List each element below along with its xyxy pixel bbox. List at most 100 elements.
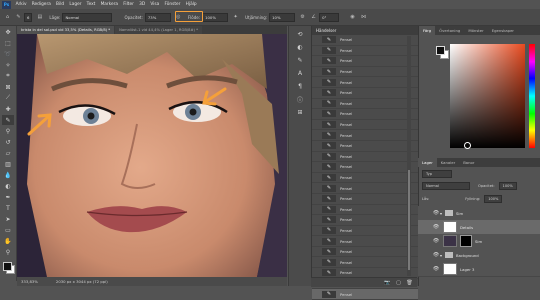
blur-tool-icon[interactable]: 💧 (2, 170, 14, 180)
pressure-size-icon[interactable]: ◉ (349, 14, 356, 21)
menu-text[interactable]: Text (84, 2, 98, 7)
brush-panel-icon[interactable]: ✎ (295, 55, 305, 65)
visibility-eye-icon[interactable]: 👁 (432, 210, 440, 216)
quick-select-icon[interactable]: ✧ (2, 60, 14, 70)
tab-namnlost[interactable]: Namnlöst-1 vid 44,4% (Lager 1, RGB/8#) * (115, 26, 203, 34)
tab-lager[interactable]: Lager (418, 158, 437, 167)
pen-tool-icon[interactable]: ✒ (2, 192, 14, 202)
tab-kanaler[interactable]: Kanaler (437, 158, 459, 167)
tab-krista[interactable]: krista in del sol.psd vid 33,5% (Details… (17, 26, 115, 34)
history-panel-icon[interactable]: ⟲ (295, 29, 305, 39)
history-item[interactable]: ✎ Pensel (312, 205, 418, 216)
layer-opacity-field[interactable]: 100% (498, 182, 517, 190)
history-brush-icon[interactable]: ↺ (2, 137, 14, 147)
zoom-tool-icon[interactable]: ⚲ (2, 247, 14, 257)
color-panel-fg-swatch[interactable] (436, 46, 445, 55)
history-item[interactable]: ✎ Pensel (312, 141, 418, 152)
eyedropper-icon[interactable]: ⟋ (2, 93, 14, 103)
color-picker-ring[interactable] (464, 142, 471, 149)
opacity-field[interactable]: 73% (144, 12, 171, 22)
layer-blend-select[interactable]: Normal (422, 182, 470, 190)
visibility-eye-icon[interactable]: 👁 (432, 252, 440, 258)
shape-tool-icon[interactable]: ▭ (2, 225, 14, 235)
layer-filter-select[interactable]: Typ (422, 170, 452, 178)
brush-settings-icon[interactable]: ▤ (36, 14, 43, 21)
history-item[interactable]: ✎ Pensel (312, 236, 418, 247)
lasso-tool-icon[interactable]: ➰ (2, 49, 14, 59)
clone-stamp-icon[interactable]: ⚲ (2, 126, 14, 136)
layer-row[interactable]: 👁 ▾ Background (418, 248, 540, 263)
history-item[interactable]: ✎ Pensel (312, 289, 418, 300)
menu-arkiv[interactable]: Arkiv (13, 2, 29, 7)
type-tool-icon[interactable]: T (2, 203, 14, 213)
tab-farg[interactable]: Färg (419, 26, 436, 35)
smoothing-settings-icon[interactable]: ⚙ (299, 14, 306, 21)
menu-filter[interactable]: Filter (121, 2, 137, 7)
mode-select[interactable]: Normal (62, 12, 113, 22)
airbrush-icon[interactable]: ✦ (232, 14, 239, 21)
angle-field[interactable]: 0° (319, 12, 340, 22)
history-item[interactable]: ✎ Pensel (312, 35, 418, 46)
history-item[interactable]: ✎ Pensel (312, 257, 418, 269)
color-field[interactable] (450, 44, 525, 148)
tab-egenskaper[interactable]: Egenskaper (488, 26, 518, 35)
history-item[interactable]: ✎ Pensel (312, 99, 418, 110)
visibility-eye-icon[interactable]: 👁 (432, 224, 440, 230)
frame-tool-icon[interactable]: ⊠ (2, 82, 14, 92)
info-icon[interactable]: ⓘ (295, 94, 305, 104)
symmetry-icon[interactable]: ⋈ (360, 14, 367, 21)
tab-monster[interactable]: Mönster (464, 26, 487, 35)
chevron-down-icon[interactable]: ▾ (440, 211, 442, 216)
history-item[interactable]: ✎ Pensel (312, 88, 418, 99)
history-scroll-thumb[interactable] (408, 170, 410, 270)
history-item[interactable]: ✎ Pensel (312, 46, 418, 57)
menu-lager[interactable]: Lager (67, 2, 84, 7)
dodge-tool-icon[interactable]: ◐ (2, 181, 14, 191)
path-select-icon[interactable]: ➤ (2, 214, 14, 224)
menu-bild[interactable]: Bild (53, 2, 66, 7)
hue-slider[interactable] (529, 44, 535, 148)
tab-overtoning[interactable]: Övertoning (435, 26, 464, 35)
history-item[interactable]: ✎ Pensel (312, 120, 418, 131)
history-item[interactable]: ✎ Pensel (312, 56, 418, 67)
history-item[interactable]: ✎ Pensel (312, 67, 418, 78)
snapshot-icon[interactable]: 📷 (384, 280, 391, 286)
paragraph-icon[interactable]: ¶ (295, 81, 305, 91)
history-item[interactable]: ✎ Pensel (312, 152, 418, 163)
smoothing-field[interactable]: 10% (269, 12, 296, 22)
tab-banor[interactable]: Banor (459, 158, 478, 167)
fill-field[interactable]: 100% (484, 195, 503, 203)
menu-visa[interactable]: Visa (148, 2, 162, 7)
healing-brush-icon[interactable]: ✚ (2, 104, 14, 114)
layer-row-selected[interactable]: 👁 Details (418, 220, 540, 235)
history-item[interactable]: ✎ Pensel (312, 130, 418, 141)
crop-tool-icon[interactable]: ⌗ (2, 71, 14, 81)
menu-redigera[interactable]: Redigera (29, 2, 53, 7)
document-canvas[interactable] (17, 34, 287, 277)
history-item[interactable]: ✎ Pensel (312, 183, 418, 194)
history-item[interactable]: ✎ Pensel (312, 162, 418, 173)
move-tool-icon[interactable]: ✥ (2, 27, 14, 37)
brush-tool-icon[interactable]: ✎ (15, 14, 22, 21)
visibility-eye-icon[interactable]: 👁 (432, 266, 440, 272)
navigator-icon[interactable]: ⊞ (295, 107, 305, 117)
layer-row[interactable]: 👁 Sim (418, 234, 540, 249)
history-item[interactable]: ✎ Pensel (312, 77, 418, 88)
home-icon[interactable]: ⌂ (4, 14, 11, 21)
history-item[interactable]: ✎ Pensel (312, 247, 418, 258)
layer-row[interactable]: 👁 Lager 3 (418, 262, 540, 277)
history-item[interactable]: ✎ Pensel (312, 215, 418, 226)
history-item[interactable]: ✎ Pensel (312, 173, 418, 184)
brush-size-field[interactable]: 6 (24, 12, 33, 22)
layer-row[interactable]: 👁 ▾ Sim (418, 206, 540, 221)
adjustments-icon[interactable]: ◐ (295, 42, 305, 52)
gradient-tool-icon[interactable]: ▥ (2, 159, 14, 169)
foreground-color-swatch[interactable] (3, 262, 12, 271)
marquee-tool-icon[interactable]: ⬚ (2, 38, 14, 48)
menu-markera[interactable]: Markera (98, 2, 121, 7)
history-item[interactable]: ✎ Pensel (312, 226, 418, 237)
menu-hjalp[interactable]: Hjälp (183, 2, 199, 7)
zoom-readout[interactable]: 333,83% (17, 277, 38, 286)
trash-icon[interactable]: 🗑 (406, 280, 413, 286)
eraser-icon[interactable]: ▱ (2, 148, 14, 158)
